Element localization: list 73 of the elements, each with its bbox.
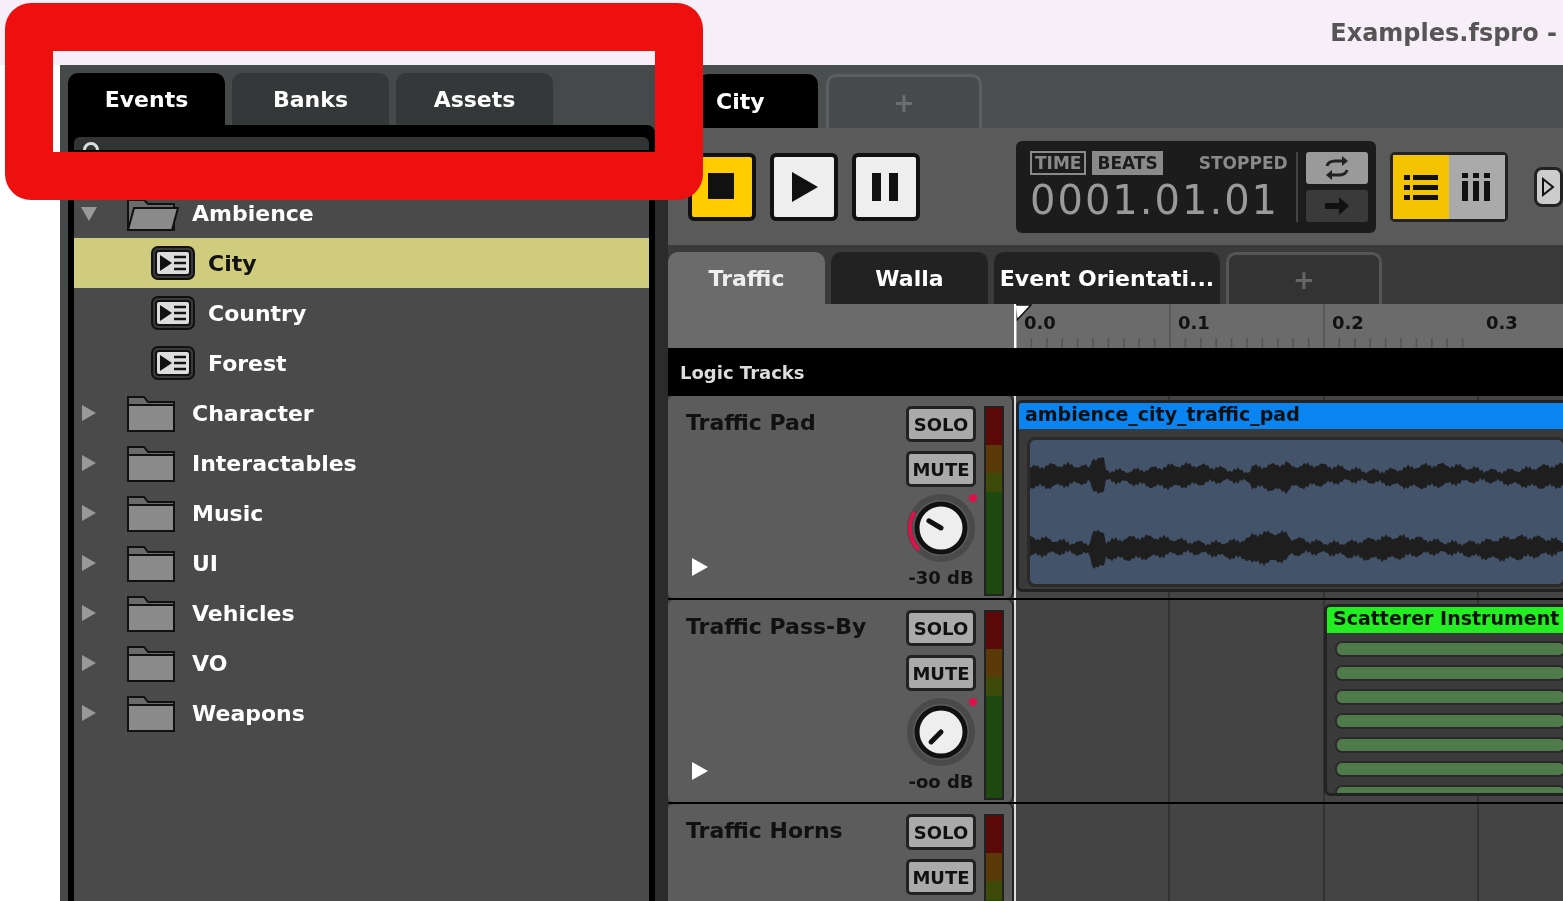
folder-item[interactable]: Character: [74, 388, 649, 438]
folder-item[interactable]: Vehicles: [74, 588, 649, 638]
window-title: Examples.fspro -: [1330, 18, 1557, 47]
browser-tab[interactable]: Banks: [232, 73, 389, 125]
folder-item[interactable]: Interactables: [74, 438, 649, 488]
collapse-arrow-icon: [80, 204, 98, 222]
expand-arrow-icon: [80, 504, 98, 522]
play-button[interactable]: [770, 152, 838, 221]
list-view-button[interactable]: [1392, 154, 1449, 219]
mute-button[interactable]: MUTE: [906, 859, 976, 895]
expand-arrow-icon: [80, 654, 98, 672]
playback-status: STOPPED: [1198, 152, 1288, 173]
track-name: Traffic Horns: [686, 817, 844, 843]
volume-readout: -30 dB: [908, 567, 974, 588]
folder-icon: [126, 393, 176, 433]
folder-icon: [126, 543, 176, 583]
event-icon: [150, 245, 196, 281]
search-field[interactable]: [74, 137, 649, 150]
instrument-region[interactable]: Scatterer Instrument: [1324, 604, 1563, 796]
folder-item[interactable]: UI: [74, 538, 649, 588]
panel-toggle-button[interactable]: [1533, 166, 1563, 207]
mute-button[interactable]: MUTE: [906, 655, 976, 691]
folder-item[interactable]: Ambience: [74, 188, 649, 238]
browser-tab[interactable]: Assets: [396, 73, 553, 125]
solo-button[interactable]: SOLO: [906, 610, 976, 646]
volume-knob[interactable]: [905, 696, 977, 768]
solo-button[interactable]: SOLO: [906, 406, 976, 442]
time-label: 0.2: [1332, 312, 1365, 333]
event-item[interactable]: Forest: [74, 338, 649, 388]
folder-item[interactable]: Music: [74, 488, 649, 538]
time-label: 0.3: [1486, 312, 1519, 333]
folder-icon: [126, 443, 176, 483]
track-name: Traffic Pad: [686, 409, 817, 435]
region-title: Scatterer Instrument: [1327, 607, 1563, 633]
parameter-tab[interactable]: Walla: [831, 252, 988, 304]
volume-readout: -oo dB: [908, 771, 974, 792]
time-label: 0.0: [1024, 312, 1057, 333]
expand-arrow-icon: [80, 704, 98, 722]
mute-button[interactable]: MUTE: [906, 451, 976, 487]
expand-arrow-icon: [80, 454, 98, 472]
folder-icon: [126, 493, 176, 533]
play-icon: [690, 556, 710, 578]
pause-button[interactable]: [852, 152, 920, 221]
parameter-tab[interactable]: Traffic: [668, 252, 825, 304]
region-title: ambience_city_traffic_pad: [1019, 403, 1563, 429]
search-icon: [82, 142, 100, 150]
audio-region[interactable]: ambience_city_traffic_pad: [1016, 400, 1563, 592]
loop-button[interactable]: [1305, 151, 1368, 184]
event-item[interactable]: City: [74, 238, 649, 288]
mode-toggle[interactable]: TIME: [1030, 150, 1087, 175]
volume-knob[interactable]: [905, 492, 977, 564]
event-icon: [150, 345, 196, 381]
folder-item[interactable]: VO: [74, 638, 649, 688]
position-readout: 0001.01.01: [1030, 176, 1281, 223]
section-label: Logic Tracks: [679, 361, 806, 383]
track-name: Traffic Pass-By: [686, 613, 868, 639]
columns-view-button[interactable]: [1448, 154, 1505, 219]
event-item[interactable]: Country: [74, 288, 649, 338]
play-icon: [690, 760, 710, 782]
folder-icon: [126, 693, 176, 733]
browser-tab[interactable]: Events: [68, 73, 225, 125]
expand-arrow-icon: [80, 554, 98, 572]
folder-icon: [126, 593, 176, 633]
solo-button[interactable]: SOLO: [906, 814, 976, 850]
folder-icon: [126, 643, 176, 683]
parameter-tab[interactable]: Event Orientati...: [994, 252, 1220, 304]
play-icon: [1541, 176, 1556, 197]
time-label: 0.1: [1178, 312, 1211, 333]
expand-arrow-icon: [80, 404, 98, 422]
event-icon: [150, 295, 196, 331]
expand-arrow-icon: [80, 604, 98, 622]
mode-toggle[interactable]: BEATS: [1092, 150, 1163, 175]
folder-item[interactable]: Weapons: [74, 688, 649, 738]
